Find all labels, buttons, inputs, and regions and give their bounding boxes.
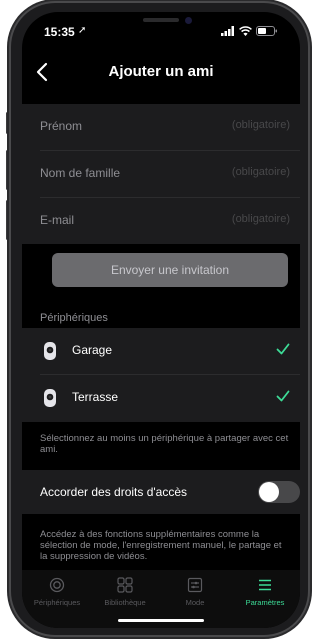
tab-label: Paramètres — [245, 598, 285, 607]
wifi-icon — [239, 26, 252, 36]
access-note: Accédez à des fonctions supplémentaires … — [40, 529, 282, 562]
menu-icon — [259, 579, 271, 591]
tab-mode[interactable]: Mode — [160, 577, 230, 607]
tab-bibliotheque[interactable]: Bibliothèque — [90, 577, 160, 607]
last-name-field[interactable]: Nom de famille (obligatoire) — [22, 151, 300, 197]
toggle-knob — [259, 482, 279, 502]
navigation-bar: Ajouter un ami — [22, 54, 300, 90]
send-invitation-button[interactable]: Envoyer une invitation — [52, 253, 288, 287]
home-indicator — [118, 619, 204, 622]
last-name-hint: (obligatoire) — [231, 166, 290, 178]
devices-note: Sélectionnez au moins un périphérique à … — [40, 433, 289, 455]
access-rights-label: Accorder des droits d'accès — [40, 485, 188, 499]
status-time: 15:35 — [44, 25, 75, 39]
device-name: Terrasse — [72, 390, 119, 404]
checkmark-icon — [276, 343, 290, 355]
battery-icon — [256, 26, 277, 36]
device-row-garage[interactable]: Garage — [22, 328, 300, 374]
device-name: Garage — [72, 343, 113, 357]
notch — [105, 12, 217, 36]
tab-label: Mode — [185, 598, 205, 607]
last-name-label: Nom de famille — [40, 166, 121, 180]
grid-icon — [117, 577, 133, 593]
access-rights-row: Accorder des droits d'accès — [22, 470, 300, 514]
status-icons — [221, 26, 278, 36]
first-name-hint: (obligatoire) — [231, 119, 290, 131]
email-label: E-mail — [40, 213, 75, 227]
email-field[interactable]: E-mail (obligatoire) — [22, 198, 300, 244]
sliders-icon — [187, 577, 203, 593]
volume-up-button — [6, 150, 9, 190]
checkmark-icon — [276, 390, 290, 402]
devices-section-header: Périphériques — [40, 312, 108, 324]
devices-group: Garage Terrasse — [22, 328, 300, 422]
volume-down-button — [6, 200, 9, 240]
camera-icon — [49, 577, 65, 593]
camera-icon — [44, 342, 56, 360]
tab-peripheriques[interactable]: Périphériques — [22, 577, 92, 607]
tab-label: Bibliothèque — [104, 598, 146, 607]
signal-icon — [221, 26, 234, 36]
location-icon: ➚ — [78, 25, 87, 36]
camera-icon — [44, 389, 56, 407]
first-name-field[interactable]: Prénom (obligatoire) — [22, 104, 300, 150]
screen: 15:35 ➚ Ajouter un ami Prénom (obligatoi… — [22, 12, 300, 628]
form-group: Prénom (obligatoire) Nom de famille (obl… — [22, 104, 300, 244]
access-rights-toggle[interactable] — [258, 481, 300, 503]
device-row-terrasse[interactable]: Terrasse — [22, 375, 300, 421]
tab-label: Périphériques — [33, 598, 81, 607]
speaker — [143, 18, 179, 22]
first-name-label: Prénom — [40, 119, 83, 133]
front-camera — [185, 17, 192, 24]
mute-switch — [6, 112, 9, 134]
page-title: Ajouter un ami — [108, 63, 214, 80]
tab-parametres[interactable]: Paramètres — [230, 577, 300, 607]
email-hint: (obligatoire) — [231, 213, 290, 225]
